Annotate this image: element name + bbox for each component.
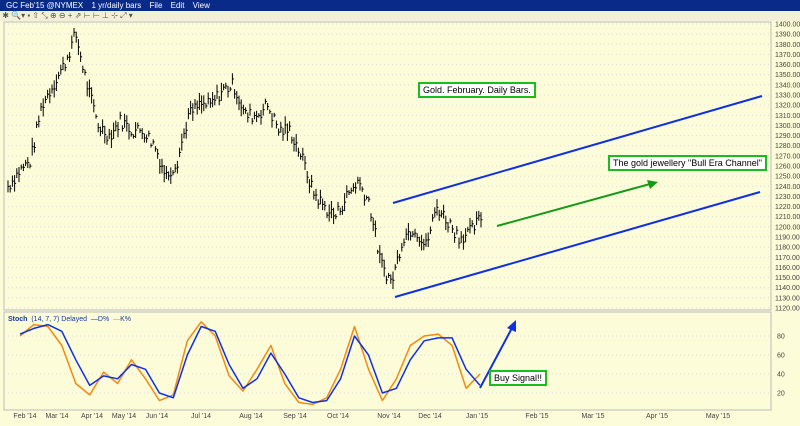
- legend-d[interactable]: D%: [98, 316, 109, 323]
- chart-canvas: 1400.00 1390.00 1380.00 1370.00 1360.00 1350.…: [3, 21, 800, 420]
- legend-k[interactable]: K%: [120, 316, 131, 323]
- y-tick-label: 1180.00: [775, 245, 800, 252]
- y-tick-label: 1360.00: [775, 62, 800, 69]
- y-tick-label: 1340.00: [775, 82, 800, 89]
- y-tick-label: 1150.00: [775, 275, 800, 282]
- stoch-panel: [3, 311, 772, 411]
- y-tick-label: 1250.00: [775, 174, 800, 181]
- y-tick-label: 1260.00: [775, 164, 800, 171]
- y-tick-label: 1300.00: [775, 123, 800, 130]
- x-tick-label: Apr '15: [646, 413, 668, 420]
- y-tick-label: 1320.00: [775, 103, 800, 110]
- x-tick-label: Jul '14: [191, 413, 211, 420]
- y-tick-label: 1330.00: [775, 93, 800, 100]
- y-tick-label: 1270.00: [775, 153, 800, 160]
- x-tick-label: Feb '14: [13, 413, 36, 420]
- x-tick-label: Aug '14: [239, 413, 263, 420]
- stoch-params[interactable]: (14, 7, 7) Delayed: [31, 316, 87, 323]
- x-tick-label: Apr '14: [81, 413, 103, 420]
- x-tick-label: Nov '14: [377, 413, 401, 420]
- y-tick-label: 1380.00: [775, 42, 800, 49]
- y-tick-label: 1220.00: [775, 204, 800, 211]
- y-tick-label: 1190.00: [775, 235, 800, 242]
- x-tick-label: May '15: [706, 413, 730, 420]
- y-tick-label: 1160.00: [775, 265, 800, 272]
- y-tick-label: 1200.00: [775, 224, 800, 231]
- y-tick-label: 1310.00: [775, 113, 800, 120]
- x-tick-label: Oct '14: [327, 413, 349, 420]
- stoch-legend: Stoch (14, 7, 7) Delayed —D% —K%: [8, 316, 131, 323]
- annotation-buy-signal: Buy Signal!!: [489, 370, 548, 386]
- x-tick-label: Jan '15: [466, 413, 488, 420]
- stoch-y-tick-label: 60: [777, 353, 785, 360]
- y-tick-label: 1120.00: [775, 306, 800, 313]
- y-tick-label: 1210.00: [775, 214, 800, 221]
- y-tick-label: 1280.00: [775, 143, 800, 150]
- y-tick-label: 1390.00: [775, 32, 800, 39]
- annotation-channel: The gold jewellery "Bull Era Channel": [608, 155, 767, 171]
- stoch-name: Stoch: [8, 316, 28, 323]
- x-tick-label: Mar '14: [45, 413, 68, 420]
- x-tick-label: Dec '14: [418, 413, 442, 420]
- x-tick-label: Jun '14: [146, 413, 168, 420]
- y-tick-label: 1350.00: [775, 72, 800, 79]
- x-tick-label: Sep '14: [283, 413, 307, 420]
- y-tick-label: 1290.00: [775, 133, 800, 140]
- stoch-y-tick-label: 80: [777, 334, 785, 341]
- y-tick-label: 1400.00: [775, 22, 800, 29]
- stoch-y-tick-label: 20: [777, 391, 785, 398]
- y-tick-label: 1170.00: [775, 255, 800, 262]
- stoch-y-tick-label: 40: [777, 372, 785, 379]
- y-tick-label: 1230.00: [775, 194, 800, 201]
- x-tick-label: Mar '15: [581, 413, 604, 420]
- x-tick-label: Feb '15: [525, 413, 548, 420]
- y-tick-label: 1130.00: [775, 295, 800, 302]
- annotation-title: Gold. February. Daily Bars.: [418, 82, 536, 98]
- y-tick-label: 1140.00: [775, 285, 800, 292]
- y-tick-label: 1240.00: [775, 184, 800, 191]
- x-tick-label: May '14: [112, 413, 136, 420]
- y-tick-label: 1370.00: [775, 52, 800, 59]
